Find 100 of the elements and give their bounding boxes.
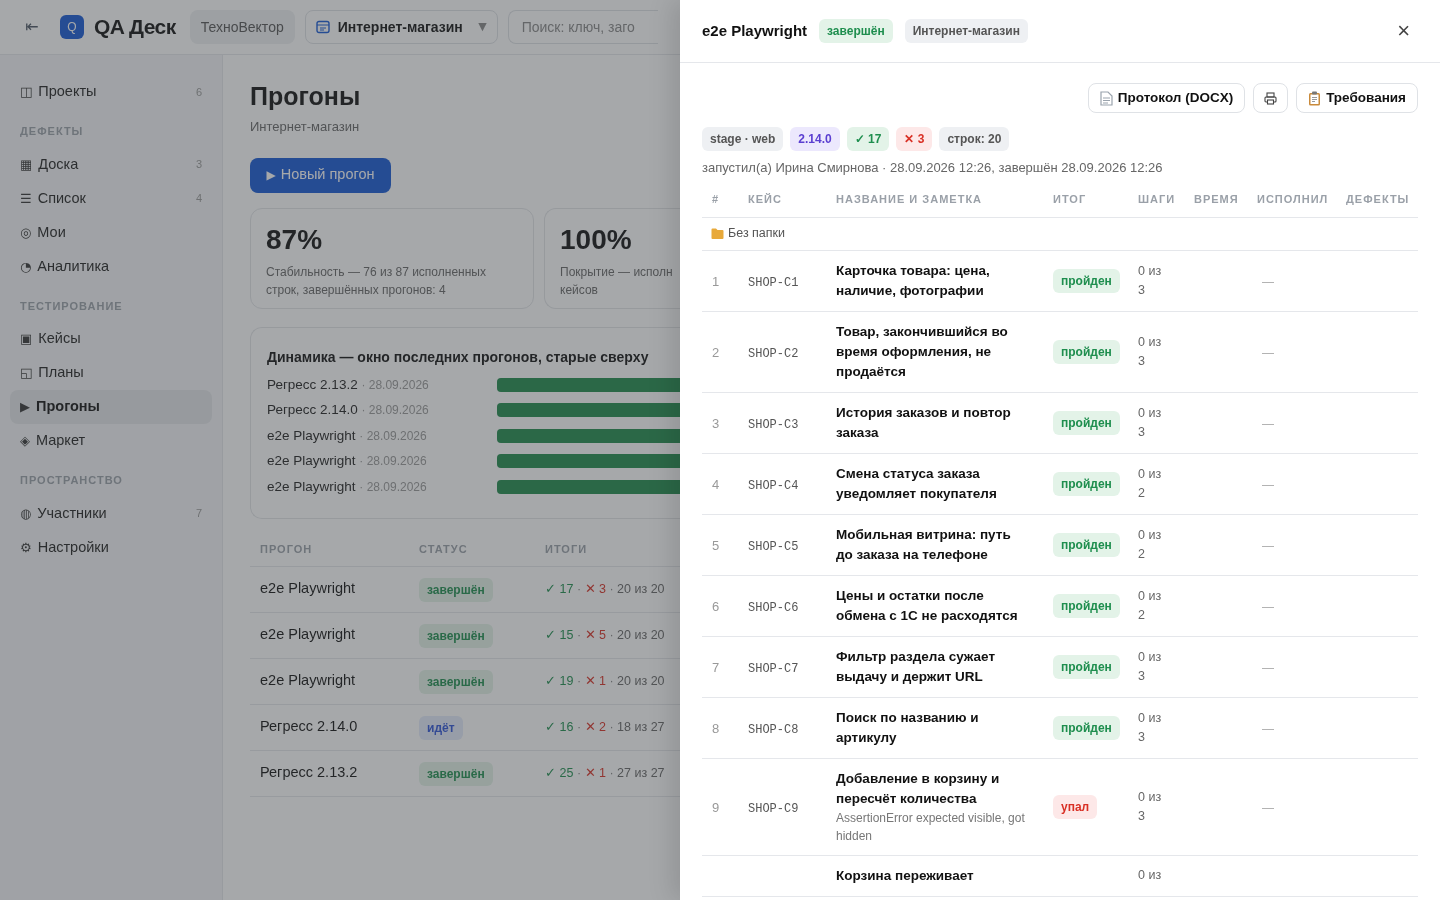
run-label: e2e Playwright · 28.09.2026 bbox=[267, 452, 428, 471]
nav-icon: ◈ bbox=[20, 431, 30, 451]
result-badge: пройден bbox=[1053, 594, 1120, 618]
page-title: Прогоны bbox=[250, 81, 362, 111]
status-badge: идёт bbox=[419, 715, 463, 740]
run-label: Регресс 2.13.2 · 28.09.2026 bbox=[267, 375, 430, 394]
run-name: e2e Playwright bbox=[260, 671, 357, 691]
case-key: SHOP-C3 bbox=[748, 417, 799, 432]
column-header: СТАТУС bbox=[419, 541, 469, 557]
case-title: Цены и остатки после обмена с 1С не расходятся bbox=[836, 586, 1019, 625]
close-button[interactable]: × bbox=[1397, 20, 1410, 42]
case-key: SHOP-C5 bbox=[748, 539, 799, 554]
case-key: SHOP-C9 bbox=[748, 801, 799, 816]
result-badge: упал bbox=[1053, 795, 1098, 819]
sidebar-item[interactable]: ▶ Прогоны bbox=[10, 390, 212, 424]
case-title: Товар, закончившийся во время оформления, не продаётся bbox=[836, 322, 1009, 381]
steps-text: 0 из 3 bbox=[1138, 709, 1163, 746]
run-name: Регресс 2.14.0 bbox=[260, 717, 359, 737]
status-badge: завершён bbox=[819, 19, 893, 43]
case-title: Карточка товара: цена, наличие, фотографии bbox=[836, 261, 991, 300]
results-text: ✓ 19 · ✕ 1 · 20 из 20 bbox=[545, 672, 666, 690]
nav-icon: ◔ bbox=[20, 256, 32, 277]
panel-title: e2e Playwright bbox=[702, 20, 808, 41]
nav-icon: ◍ bbox=[20, 503, 32, 524]
nav-icon: ⚙ bbox=[20, 537, 32, 558]
nav-icon: ▶ bbox=[20, 397, 30, 417]
stat-value: 87% bbox=[266, 222, 324, 257]
play-icon: ▶ bbox=[266, 166, 276, 184]
executor-text: — bbox=[1262, 345, 1274, 360]
column-header: ДЕФЕКТЫ bbox=[1345, 191, 1411, 207]
run-label: Регресс 2.14.0 · 28.09.2026 bbox=[267, 401, 430, 420]
executor-text: — bbox=[1262, 477, 1274, 492]
stat-caption: Стабильность — 76 из 87 исполненных строк, завершённых прогонов: 4 bbox=[266, 263, 487, 299]
status-badge: завершён bbox=[419, 623, 493, 648]
collapse-button[interactable]: ⇤ bbox=[22, 15, 42, 39]
project-select[interactable]: Интернет-магазин ▼ bbox=[304, 10, 498, 44]
print-button[interactable] bbox=[1253, 83, 1289, 113]
sidebar-item[interactable]: ◈ Маркет bbox=[10, 424, 212, 458]
app-name: QA Деск bbox=[94, 14, 176, 41]
new-run-button[interactable]: ▶ Новый прогон bbox=[250, 157, 391, 193]
column-header: ИТОГИ bbox=[545, 541, 589, 557]
steps-text: 0 из 3 bbox=[1138, 262, 1163, 299]
result-badge: пройден bbox=[1053, 472, 1120, 496]
nav-icon: ▣ bbox=[20, 329, 33, 349]
project-badge: Интернет-магазин bbox=[904, 19, 1028, 43]
row-number: 5 bbox=[712, 537, 720, 553]
case-key: SHOP-C1 bbox=[748, 275, 799, 290]
executor-text: — bbox=[1262, 721, 1274, 736]
case-title: Мобильная витрина: путь до заказа на телефоне bbox=[836, 525, 1012, 564]
executor-text: — bbox=[1262, 416, 1274, 431]
case-title: История заказов и повтор заказа bbox=[836, 403, 1012, 442]
row-number: 7 bbox=[712, 659, 720, 675]
nav-icon: ◱ bbox=[20, 363, 33, 383]
results-text: ✓ 25 · ✕ 1 · 27 из 27 bbox=[545, 764, 666, 782]
case-title: Добавление в корзину и пересчёт количества bbox=[836, 769, 1001, 808]
status-badge: завершён bbox=[419, 761, 493, 786]
info-chip: ✓ 17 bbox=[846, 127, 890, 151]
search-field[interactable]: Поиск: ключ, заго bbox=[507, 10, 658, 44]
sidebar-item[interactable]: ⚙ Настройки bbox=[10, 530, 212, 565]
run-meta: запустил(а) Ирина Смирнова · 28.09.2026 12:26, завершён 28.09.2026 12:26 bbox=[702, 159, 1164, 177]
logo-icon: Q bbox=[60, 15, 84, 39]
run-label: e2e Playwright · 28.09.2026 bbox=[267, 426, 428, 445]
row-number: 2 bbox=[712, 344, 720, 360]
nav-icon: ◫ bbox=[20, 82, 33, 102]
case-title: Корзина переживает bbox=[836, 866, 975, 885]
results-text: ✓ 16 · ✕ 2 · 18 из 27 bbox=[545, 718, 666, 736]
steps-text: 0 из bbox=[1138, 867, 1163, 884]
case-key: SHOP-C8 bbox=[748, 722, 799, 737]
sidebar-item[interactable]: ◱ Планы bbox=[10, 356, 212, 390]
action-button[interactable]: Требования bbox=[1296, 83, 1418, 113]
column-header: НАЗВАНИЕ И ЗАМЕТКА bbox=[835, 191, 984, 207]
organization-chip[interactable]: ТехноВектор bbox=[189, 10, 295, 44]
status-badge: завершён bbox=[419, 577, 493, 602]
action-button[interactable]: Протокол (DOCX) bbox=[1087, 83, 1246, 113]
row-number: 6 bbox=[712, 598, 720, 614]
info-chip: строк: 20 bbox=[939, 127, 1010, 151]
result-badge: пройден bbox=[1053, 533, 1120, 557]
column-header: ИСПОЛНИЛ bbox=[1256, 191, 1330, 207]
case-key: SHOP-C4 bbox=[748, 478, 799, 493]
info-chip: 2.14.0 bbox=[790, 127, 840, 151]
row-number: 9 bbox=[712, 799, 720, 815]
folder-label: Без папки bbox=[728, 225, 786, 243]
case-title: Смена статуса заказа уведомляет покупателя bbox=[836, 464, 998, 503]
info-chip: ✕ 3 bbox=[896, 127, 933, 151]
case-key: SHOP-C6 bbox=[748, 600, 799, 615]
result-badge: пройден bbox=[1053, 340, 1120, 364]
sidebar-item[interactable]: ◔ Аналитика bbox=[10, 249, 212, 284]
nav-icon: ▦ bbox=[20, 154, 33, 175]
case-title: Поиск по названию и артикулу bbox=[836, 708, 980, 747]
row-number: 8 bbox=[712, 720, 720, 736]
page-subtitle: Интернет-магазин bbox=[250, 118, 361, 136]
nav-icon: ◎ bbox=[20, 222, 32, 243]
nav-icon: ☰ bbox=[20, 188, 32, 209]
sidebar-item[interactable]: ▣ Кейсы bbox=[10, 322, 212, 356]
result-badge: пройден bbox=[1053, 716, 1120, 740]
run-name: e2e Playwright bbox=[260, 579, 357, 599]
backdrop[interactable] bbox=[0, 0, 680, 900]
steps-text: 0 из 2 bbox=[1138, 526, 1163, 563]
card-title: Динамика — окно последних прогонов, старые сверху bbox=[267, 347, 650, 367]
sidebar-item[interactable]: ◎ Мои bbox=[10, 215, 212, 250]
